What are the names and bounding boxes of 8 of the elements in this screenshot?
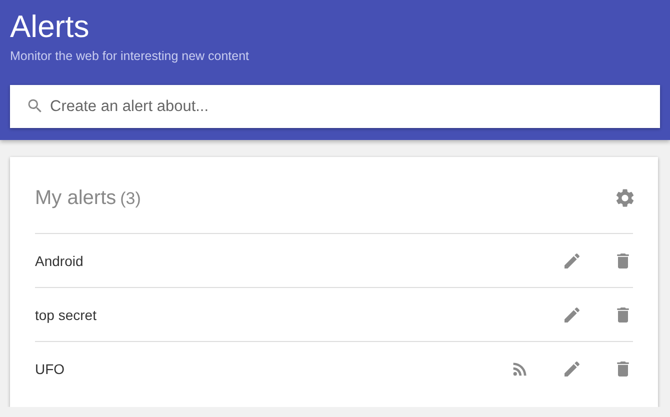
alert-count: (3) — [120, 188, 141, 208]
page-title: Alerts — [10, 8, 90, 46]
page-subtitle: Monitor the web for interesting new content — [10, 49, 250, 63]
alert-name: Android — [35, 252, 84, 268]
alert-name: top secret — [35, 306, 98, 322]
alert-name: UFO — [35, 360, 66, 376]
search-field[interactable]: Create an alert about... — [10, 85, 660, 128]
card-title: My alerts — [35, 186, 116, 210]
